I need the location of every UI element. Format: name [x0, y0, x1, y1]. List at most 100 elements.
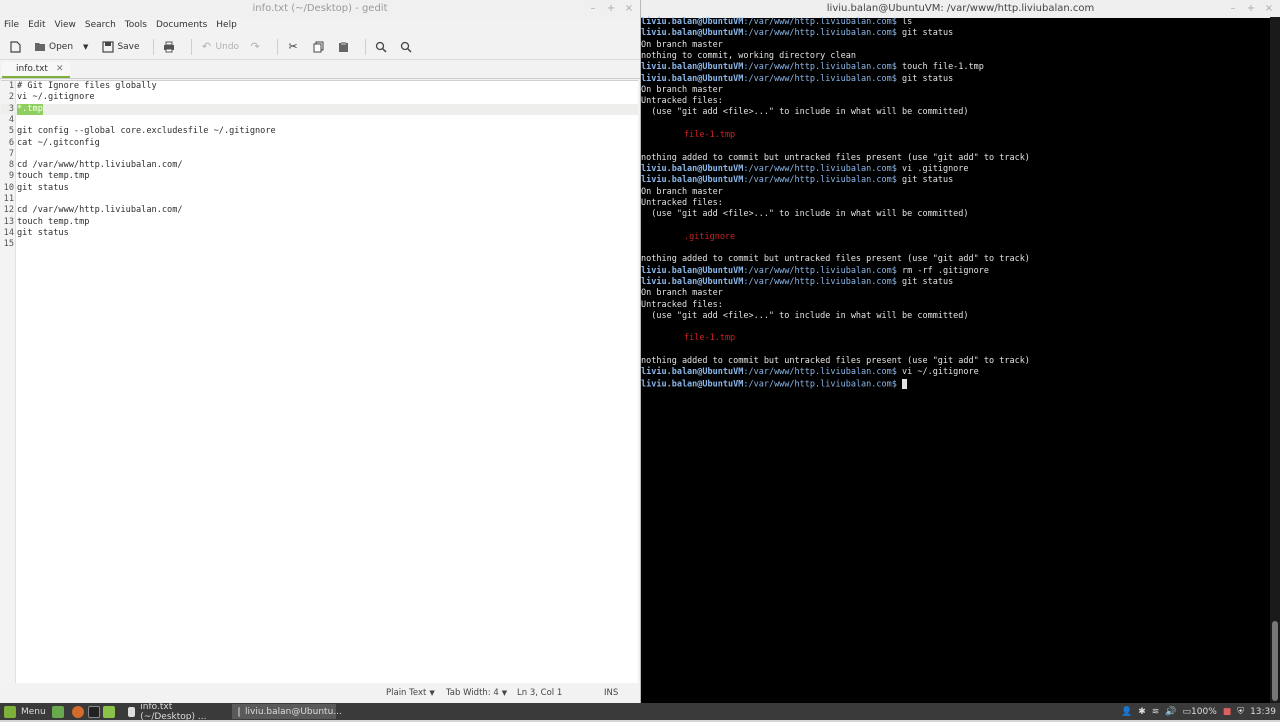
editor-line[interactable]: 12 cd /var/www/http.liviubalan.com/ [1, 205, 638, 216]
minimize-icon[interactable]: – [1228, 4, 1238, 14]
open-button[interactable]: Open ▼ [31, 37, 91, 57]
gedit-titlebar[interactable]: info.txt (~/Desktop) - gedit – + × [0, 0, 640, 18]
bluetooth-icon[interactable]: ✱ [1138, 707, 1146, 717]
editor-line[interactable]: 10 git status [1, 183, 638, 194]
toolbar-separator [152, 38, 154, 55]
terminal-scrollbar[interactable] [1270, 17, 1280, 703]
terminal-output-line: nothing to commit, working directory cle… [641, 51, 856, 62]
task-terminal[interactable]: liviu.balan@Ubuntu... [232, 704, 342, 719]
command-text: vi .gitignore [896, 163, 969, 174]
text-editor[interactable]: 1 # Git Ignore files globally 2 vi ~/.gitig… [1, 80, 638, 683]
close-icon[interactable]: × [1264, 4, 1274, 14]
editor-line[interactable]: 4 [1, 115, 638, 126]
line-text: git status [17, 182, 69, 193]
maximize-icon[interactable]: + [606, 4, 616, 14]
editor-line[interactable]: 11 [1, 194, 638, 205]
menu-search[interactable]: Search [85, 20, 116, 30]
prompt-user: liviu.balan@UbuntuVM [641, 17, 744, 27]
prompt-path: :/var/www/http.liviubalan.com$ [743, 175, 897, 186]
files-launcher[interactable] [103, 703, 115, 720]
line-text: git config --global core.excludesfile ~/… [17, 126, 276, 137]
editor-line[interactable]: 15 [1, 239, 638, 250]
find-replace-button[interactable] [397, 37, 418, 57]
menu-view[interactable]: View [55, 20, 76, 30]
menu-edit[interactable]: Edit [28, 20, 45, 30]
editor-line[interactable]: 9 touch temp.tmp [1, 171, 638, 182]
menu-button[interactable]: Menu [4, 703, 46, 720]
new-document-button[interactable] [6, 37, 27, 57]
line-text: *.tmp [17, 103, 43, 115]
editor-line[interactable]: 8 cd /var/www/http.liviubalan.com/ [1, 160, 638, 171]
line-number: 2 [8, 92, 14, 103]
clock[interactable]: 13:39 [1250, 707, 1276, 717]
update-icon[interactable]: ■ [1223, 707, 1232, 717]
find-button[interactable] [372, 37, 393, 57]
prompt-user: liviu.balan@UbuntuVM [641, 62, 744, 73]
show-desktop-launcher[interactable] [52, 703, 64, 720]
editor-line[interactable]: 2 vi ~/.gitignore [1, 92, 638, 103]
line-text: cd /var/www/http.liviubalan.com/ [17, 205, 183, 216]
language-selector[interactable]: Plain Text ▼ [386, 684, 435, 702]
tab-close-icon[interactable]: ✕ [56, 64, 64, 74]
editor-line[interactable]: 1 # Git Ignore files globally [1, 81, 638, 92]
terminal-output[interactable]: liviu.balan@UbuntuVM :/var/www/http.liviu… [641, 17, 1269, 703]
tab-info-txt[interactable]: info.txt ✕ [2, 62, 70, 78]
terminal-titlebar[interactable]: liviu.balan@UbuntuVM: /var/www/http.livi… [641, 0, 1280, 18]
redo-button[interactable]: ↷ [246, 37, 267, 57]
cut-button[interactable]: ✂ [284, 37, 305, 57]
browser-launcher[interactable] [72, 703, 84, 720]
language-label: Plain Text [386, 688, 427, 698]
new-document-icon [9, 40, 21, 53]
user-icon[interactable]: 👤 [1121, 707, 1132, 717]
untracked-file: .gitignore [641, 232, 735, 243]
menu-documents[interactable]: Documents [156, 20, 207, 30]
paste-button[interactable] [334, 37, 355, 57]
undo-button[interactable]: ↶ Undo [198, 37, 243, 57]
minimize-icon[interactable]: – [588, 4, 598, 14]
line-number: 5 [8, 126, 14, 137]
editor-line[interactable]: 14 git status [1, 228, 638, 239]
maximize-icon[interactable]: + [1246, 4, 1256, 14]
terminal-output-line: (use "git add <file>..." to include in w… [641, 209, 968, 220]
line-text: vi ~/.gitignore [17, 92, 95, 103]
editor-line[interactable]: 6 cat ~/.gitconfig [1, 138, 638, 149]
command-text: git status [896, 28, 954, 39]
terminal-output-line: On branch master [641, 40, 723, 51]
toolbar-separator [277, 38, 279, 55]
terminal-launcher[interactable] [88, 703, 100, 720]
close-icon[interactable]: × [624, 4, 634, 14]
output-text: nothing added to commit but untracked fi… [641, 356, 1030, 366]
command-text: git status [896, 73, 954, 84]
command-text: touch file-1.tmp [896, 62, 984, 73]
scrollbar-thumb[interactable] [1272, 621, 1278, 701]
print-button[interactable] [160, 37, 181, 57]
open-dropdown-icon[interactable]: ▼ [83, 43, 88, 51]
menu-help[interactable]: Help [216, 20, 237, 30]
editor-line[interactable]: 3 *.tmp [1, 103, 638, 115]
editor-line[interactable]: 5 git config --global core.excludesfile ~… [1, 126, 638, 137]
battery-icon[interactable]: ▭100% [1183, 707, 1217, 717]
paste-icon [337, 41, 349, 53]
line-number: 6 [8, 137, 14, 148]
prompt-user: liviu.balan@UbuntuVM [641, 367, 744, 378]
task-gedit[interactable]: info.txt (~/Desktop) ... [122, 702, 228, 722]
gedit-statusbar: Plain Text ▼ Tab Width: 4 ▼ Ln 3, Col 1 IN… [0, 684, 640, 702]
terminal-output-line: On branch master [641, 85, 723, 96]
shield-icon[interactable]: ⛨ [1237, 707, 1244, 717]
menu-tools[interactable]: Tools [125, 20, 147, 30]
task-terminal-label: liviu.balan@Ubuntu... [245, 706, 342, 717]
network-icon[interactable]: ≋ [1152, 707, 1160, 717]
editor-line[interactable]: 7 [1, 149, 638, 160]
save-button[interactable]: Save [99, 37, 142, 57]
line-text: git status [17, 227, 69, 238]
menu-file[interactable]: File [4, 20, 19, 30]
tab-width-selector[interactable]: Tab Width: 4 ▼ [446, 684, 507, 702]
editor-line[interactable]: 13 touch temp.tmp [1, 217, 638, 228]
terminal-icon [238, 706, 240, 717]
volume-icon[interactable]: 🔊 [1165, 707, 1176, 717]
output-text: On branch master [641, 39, 723, 50]
copy-button[interactable] [309, 37, 330, 57]
command-text: vi ~/.gitignore [896, 367, 979, 378]
system-tray: 👤 ✱ ≋ 🔊 ▭100% ■ ⛨ 13:39 [1121, 703, 1276, 720]
line-text: # Git Ignore files globally [17, 81, 157, 91]
